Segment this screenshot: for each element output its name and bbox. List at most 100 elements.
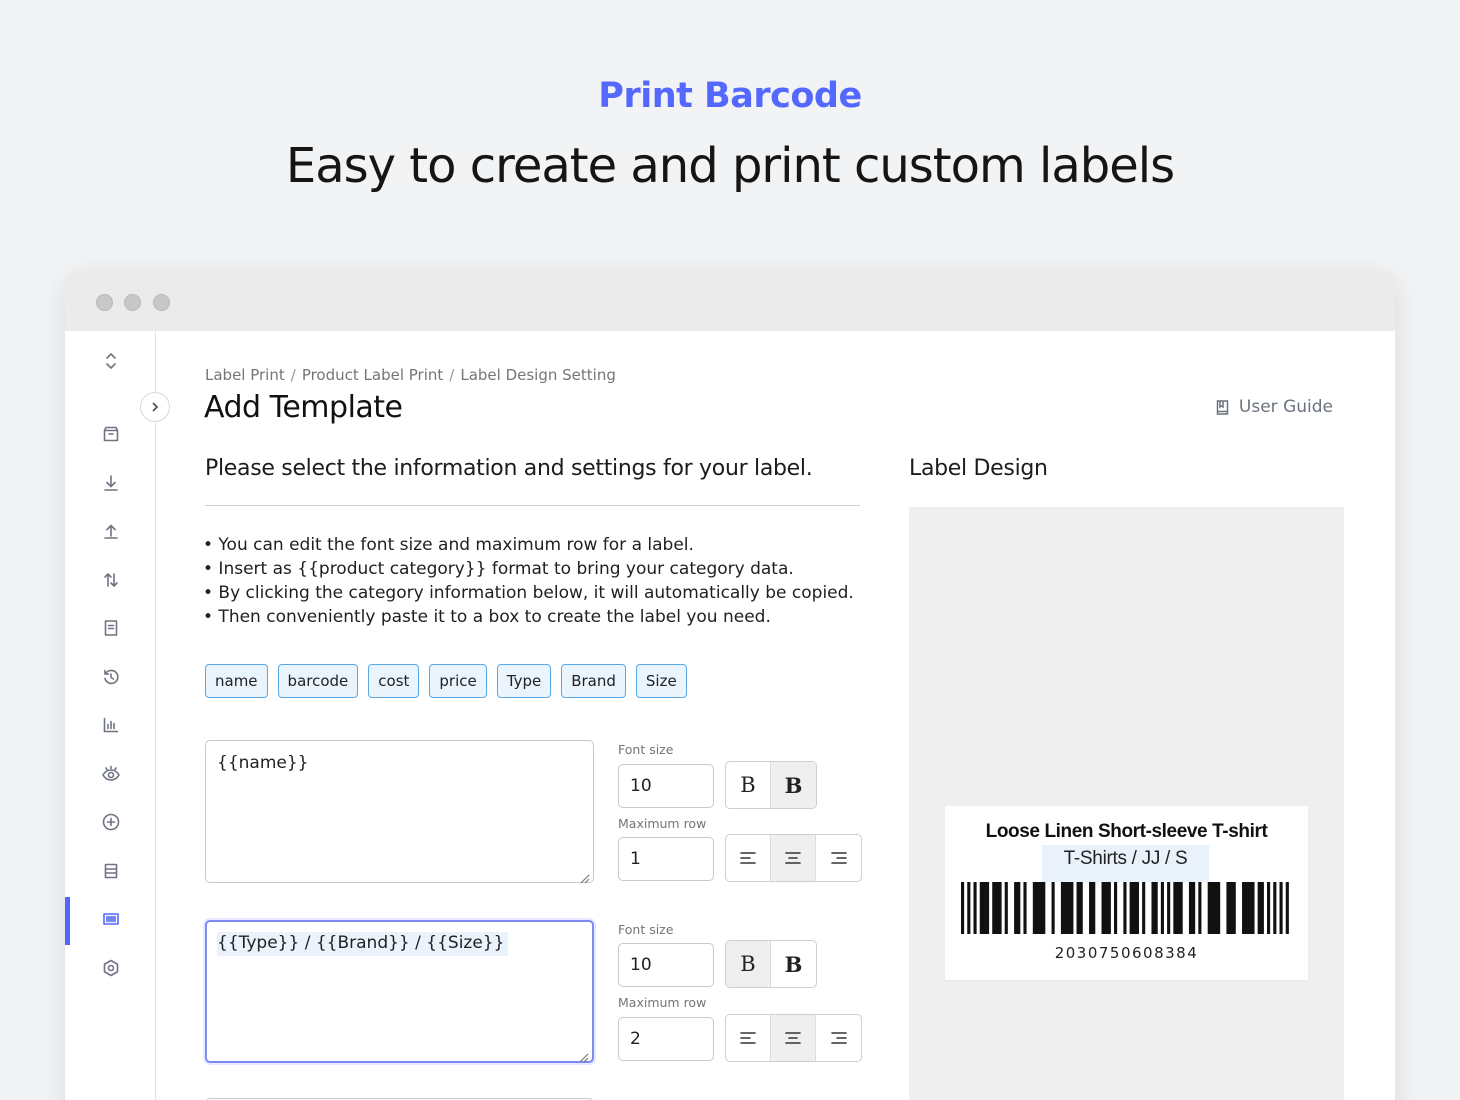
label-line-1-text: {{name}} [217, 753, 309, 773]
label-design-canvas: Loose Linen Short-sleeve T-shirt T-Shirt… [909, 507, 1344, 1100]
label-design-heading: Label Design [909, 456, 1048, 481]
sidebar-expand-button[interactable] [140, 392, 170, 422]
bold-toggle-group-2: B B [725, 940, 817, 988]
bold-weight-button[interactable]: B [771, 762, 816, 808]
chip-cost[interactable]: cost [368, 664, 420, 698]
resize-grip-icon[interactable] [579, 1048, 589, 1063]
page-title: Add Template [204, 390, 403, 425]
form-divider [205, 505, 860, 506]
barcode-bar [1101, 882, 1111, 934]
align-right-button[interactable] [816, 835, 861, 881]
barcode-bar [1267, 882, 1271, 934]
barcode-bar [1173, 882, 1183, 934]
tips-list: • You can edit the font size and maximum… [203, 533, 854, 629]
window-titlebar [65, 270, 1395, 331]
barcode-bar [1198, 882, 1202, 934]
barcode-bar [1285, 882, 1289, 934]
breadcrumb-item-product-label-print[interactable]: Product Label Print [302, 366, 443, 384]
resize-grip-icon[interactable] [580, 869, 590, 884]
chip-barcode[interactable]: barcode [277, 664, 359, 698]
chip-price[interactable]: price [429, 664, 487, 698]
barcode-bar [1257, 882, 1264, 934]
database-icon[interactable] [101, 861, 121, 881]
font-size-label: Font size [618, 742, 674, 757]
hero-title: Easy to create and print custom labels [285, 138, 1175, 194]
barcode-bar [967, 882, 971, 934]
align-center-icon [785, 1032, 801, 1044]
barcode-bar [1051, 882, 1055, 934]
align-left-button[interactable] [726, 835, 771, 881]
user-guide-link[interactable]: User Guide [1214, 397, 1333, 417]
barcode-bar [1160, 882, 1164, 934]
barcode-bar [1014, 882, 1021, 934]
barcode-bar [992, 882, 1002, 934]
bar-chart-icon[interactable] [101, 715, 121, 735]
sidebar-active-indicator [65, 897, 70, 945]
upload-icon[interactable] [101, 521, 121, 541]
sidebar [65, 331, 156, 1100]
align-right-icon [830, 1032, 847, 1044]
max-row-input-1[interactable]: 1 [618, 837, 714, 881]
bold-toggle-group-1: B B [725, 761, 817, 809]
regular-weight-button[interactable]: B [726, 762, 771, 808]
window-close-dot[interactable] [96, 294, 113, 311]
barcode-bar [1123, 882, 1127, 934]
barcode-bar [973, 882, 977, 934]
label-line-1-textarea[interactable]: {{name}} [205, 740, 594, 884]
barcode-bar [1242, 882, 1255, 934]
download-icon[interactable] [101, 473, 121, 493]
plus-circle-icon[interactable] [101, 812, 121, 832]
barcode-bar [1076, 882, 1083, 934]
history-icon[interactable] [101, 667, 121, 687]
regular-weight-button[interactable]: B [726, 941, 771, 987]
document-icon[interactable] [101, 618, 121, 638]
archive-box-icon[interactable] [101, 424, 121, 444]
eye-icon[interactable] [101, 764, 121, 784]
form-heading: Please select the information and settin… [205, 456, 813, 481]
transfer-icon[interactable] [101, 570, 121, 590]
window-minimize-dot[interactable] [124, 294, 141, 311]
align-center-button[interactable] [771, 835, 816, 881]
user-guide-label: User Guide [1238, 397, 1333, 417]
settings-icon[interactable] [101, 958, 121, 978]
label-preview-category: T-Shirts / JJ / S [1042, 845, 1209, 882]
switch-icon[interactable] [101, 351, 121, 371]
align-center-button[interactable] [771, 1015, 816, 1061]
align-center-icon [785, 852, 801, 864]
barcode-icon[interactable] [101, 909, 121, 929]
barcode-bar [1279, 882, 1283, 934]
barcode-bar [1142, 882, 1146, 934]
barcode-bar [1060, 882, 1074, 934]
breadcrumb-item-label-print[interactable]: Label Print [205, 366, 285, 384]
tip-item: • You can edit the font size and maximum… [203, 535, 694, 555]
chip-brand[interactable]: Brand [561, 664, 626, 698]
label-preview-name: Loose Linen Short-sleeve T-shirt [985, 821, 1268, 842]
align-left-icon [740, 852, 756, 864]
font-size-input-1[interactable]: 10 [618, 764, 714, 808]
chip-size[interactable]: Size [635, 664, 687, 698]
barcode-bar [1114, 882, 1118, 934]
align-right-button[interactable] [816, 1015, 861, 1061]
max-row-input-2[interactable]: 2 [618, 1017, 714, 1061]
label-preview: Loose Linen Short-sleeve T-shirt T-Shirt… [945, 806, 1308, 980]
tip-item: • Then conveniently paste it to a box to… [203, 607, 771, 627]
chevron-right-icon [152, 402, 159, 412]
window-maximize-dot[interactable] [153, 294, 170, 311]
barcode-bar [1004, 882, 1008, 934]
font-size-input-2[interactable]: 10 [618, 943, 714, 987]
chip-name[interactable]: name [205, 664, 268, 698]
tip-item: • By clicking the category information b… [203, 583, 854, 603]
align-group-1 [725, 834, 862, 882]
barcode-image [961, 882, 1289, 934]
barcode-bar [1207, 882, 1221, 934]
hero-kicker: Print Barcode [598, 76, 862, 116]
bold-weight-button[interactable]: B [771, 941, 816, 987]
barcode-bar [1167, 882, 1171, 934]
max-row-label: Maximum row [618, 816, 707, 831]
barcode-bar [1151, 882, 1158, 934]
label-line-2-textarea[interactable]: {{Type}} / {{Brand}} / {{Size}} [205, 920, 594, 1063]
chip-type[interactable]: Type [496, 664, 552, 698]
app-window: Label Print / Product Label Print / Label De… [65, 270, 1395, 1100]
tip-item: • Insert as {{product category}} format … [203, 559, 794, 579]
align-left-button[interactable] [726, 1015, 771, 1061]
